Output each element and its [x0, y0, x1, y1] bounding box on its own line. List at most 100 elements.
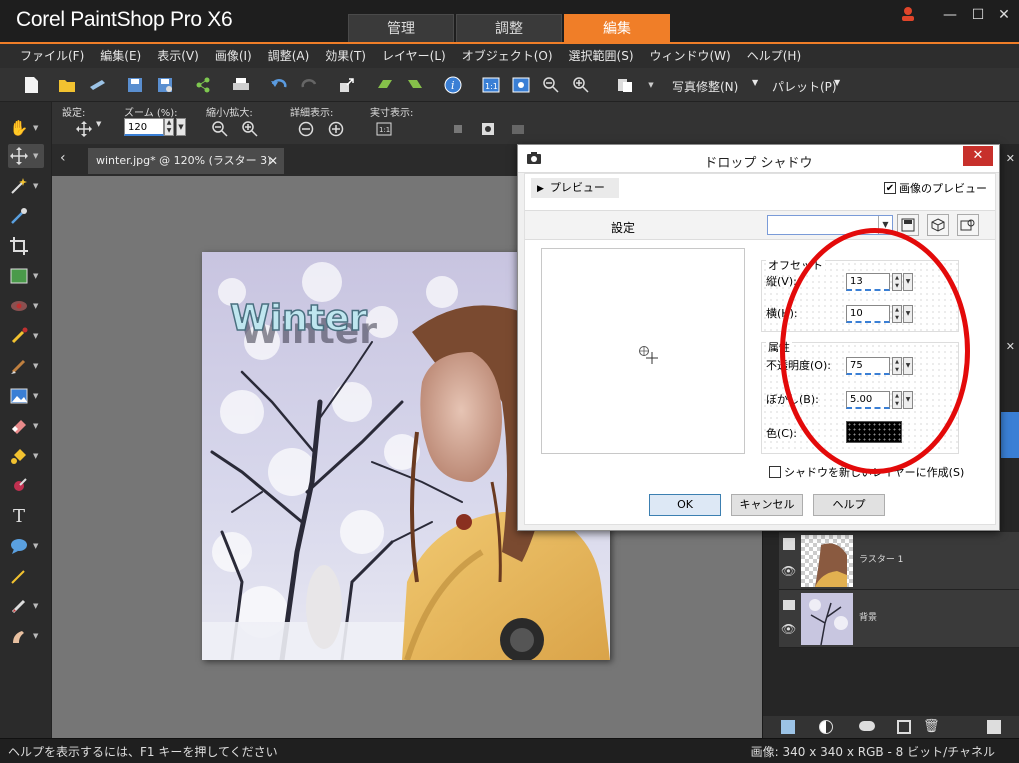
menu-layers[interactable]: レイヤー(L) — [374, 44, 454, 68]
minimize-icon[interactable]: — — [940, 6, 960, 24]
move-tool[interactable]: ▼ — [8, 144, 44, 168]
snap-icon[interactable] — [508, 119, 528, 139]
option-zoom-out-icon[interactable] — [210, 119, 230, 139]
pen-tool[interactable] — [8, 564, 44, 588]
paste-icon[interactable] — [614, 74, 636, 96]
menu-effects[interactable]: 効果(T) — [317, 44, 374, 68]
reset-preset-icon[interactable] — [927, 214, 949, 236]
help-button[interactable]: ヘルプ — [813, 494, 885, 516]
visibility-eye-icon[interactable]: 👁 — [781, 622, 796, 636]
rotate-right-icon[interactable] — [404, 74, 426, 96]
shadow-color-swatch[interactable] — [846, 421, 902, 443]
zoom-input[interactable]: 120 — [124, 118, 164, 136]
tab-adjust[interactable]: 調整 — [456, 14, 562, 42]
detail-plus-icon[interactable] — [326, 119, 346, 139]
preset-select[interactable]: ▼ — [767, 215, 893, 235]
vertical-dropdown[interactable]: ▼ — [903, 273, 913, 291]
menu-file[interactable]: ファイル(F) — [12, 44, 92, 68]
palette-dropdown-icon[interactable]: ▼ — [834, 78, 840, 87]
group-icon[interactable] — [897, 720, 911, 734]
panel-close-icon-2[interactable]: ✕ — [1006, 340, 1015, 353]
straighten-tool[interactable]: ▼ — [8, 264, 44, 288]
option-zoom-in-icon[interactable] — [240, 119, 260, 139]
save-preset-icon[interactable] — [897, 214, 919, 236]
undo-icon[interactable] — [268, 74, 290, 96]
zoom-dropdown[interactable]: ▼ — [176, 118, 186, 136]
share-icon[interactable] — [192, 74, 214, 96]
close-icon[interactable]: ✕ — [994, 6, 1014, 24]
adjustment-layer-icon[interactable] — [819, 720, 833, 734]
makeover-tool[interactable] — [8, 474, 44, 498]
opacity-spinner[interactable]: ▲ ▼ — [892, 357, 902, 375]
cancel-button[interactable]: キャンセル — [731, 494, 803, 516]
text-tool[interactable]: T — [8, 504, 44, 528]
maximize-icon[interactable]: ☐ — [968, 6, 988, 24]
shape-tool[interactable]: ▼ — [8, 534, 44, 558]
new-layer-checkbox[interactable] — [769, 466, 781, 478]
tab-manage[interactable]: 管理 — [348, 14, 454, 42]
info-icon[interactable]: i — [442, 74, 464, 96]
preview-pane[interactable] — [541, 248, 745, 454]
save-icon[interactable] — [124, 74, 146, 96]
save-as-icon[interactable] — [154, 74, 176, 96]
menu-view[interactable]: 表示(V) — [149, 44, 207, 68]
align-icon[interactable] — [448, 119, 468, 139]
preview-expander[interactable]: ▶ プレビュー — [531, 178, 619, 198]
visibility-eye-icon[interactable]: 👁 — [781, 564, 796, 578]
user-icon[interactable] — [898, 6, 918, 24]
dropper-tool[interactable] — [8, 204, 44, 228]
fit-window-icon[interactable] — [510, 74, 532, 96]
detail-minus-icon[interactable] — [296, 119, 316, 139]
dialog-close-button[interactable]: ✕ — [963, 146, 993, 166]
warp-brush-tool[interactable]: ▼ — [8, 594, 44, 618]
resize-icon[interactable] — [336, 74, 358, 96]
tab-edit[interactable]: 編集 — [564, 14, 670, 42]
option-actual-size-icon[interactable]: 1:1 — [374, 119, 394, 139]
image-tool[interactable]: ▼ — [8, 384, 44, 408]
menu-adjust[interactable]: 調整(A) — [260, 44, 318, 68]
red-eye-tool[interactable]: ▼ — [8, 294, 44, 318]
selection-tool[interactable]: ▼ — [8, 174, 44, 198]
manage-preset-icon[interactable] — [957, 214, 979, 236]
settings-dropdown-icon[interactable]: ▼ — [96, 120, 101, 128]
new-layer-option[interactable]: シャドウを新しいレイヤーに作成(S) — [769, 464, 964, 480]
zoom-spinner[interactable]: ▲ ▼ — [164, 118, 174, 136]
horizontal-dropdown[interactable]: ▼ — [903, 305, 913, 323]
vertical-offset-input[interactable]: 13 — [846, 273, 890, 291]
close-tab-icon[interactable]: ✕ — [268, 148, 278, 174]
menu-window[interactable]: ウィンドウ(W) — [642, 44, 739, 68]
center-icon[interactable] — [478, 119, 498, 139]
delete-layer-icon[interactable]: 🗑 — [923, 719, 940, 734]
blur-spinner[interactable]: ▲ ▼ — [892, 391, 902, 409]
photo-fix-menu[interactable]: 写真修整(N) — [672, 78, 738, 95]
photo-fix-dropdown-icon[interactable]: ▼ — [752, 78, 758, 87]
crop-tool[interactable] — [8, 234, 44, 258]
pan-tool[interactable]: ✋ ▼ — [8, 116, 44, 140]
menu-help[interactable]: ヘルプ(H) — [739, 44, 809, 68]
layer-row[interactable]: 👁 ラスター 1 — [779, 532, 1019, 590]
layer-row[interactable]: 👁 背景 — [779, 590, 1019, 648]
horizontal-offset-input[interactable]: 10 — [846, 305, 890, 323]
image-preview-checkbox[interactable]: ✔ — [884, 182, 896, 194]
panel-close-icon[interactable]: ✕ — [1006, 152, 1015, 165]
mask-icon[interactable] — [859, 721, 875, 731]
zoom-in-icon[interactable] — [570, 74, 592, 96]
chevron-left-icon[interactable]: ‹ — [60, 150, 66, 166]
blur-input[interactable]: 5.00 — [846, 391, 890, 409]
fill-tool[interactable]: ▼ — [8, 444, 44, 468]
opacity-input[interactable]: 75 — [846, 357, 890, 375]
menu-objects[interactable]: オブジェクト(O) — [454, 44, 561, 68]
image-preview-option[interactable]: ✔ 画像のプレビュー — [884, 180, 987, 196]
chevron-down-icon[interactable]: ▼ — [878, 216, 892, 234]
blur-dropdown[interactable]: ▼ — [903, 391, 913, 409]
new-layer-icon[interactable] — [781, 720, 795, 734]
smudge-tool[interactable]: ▼ — [8, 624, 44, 648]
opacity-dropdown[interactable]: ▼ — [903, 357, 913, 375]
rotate-left-icon[interactable] — [374, 74, 396, 96]
open-folder-icon[interactable] — [56, 74, 78, 96]
paste-dropdown-icon[interactable]: ▼ — [640, 74, 662, 96]
menu-edit[interactable]: 編集(E) — [92, 44, 149, 68]
paint-brush-tool[interactable]: ▼ — [8, 354, 44, 378]
zoom-out-icon[interactable] — [540, 74, 562, 96]
palette-menu[interactable]: パレット(P) — [772, 78, 837, 95]
